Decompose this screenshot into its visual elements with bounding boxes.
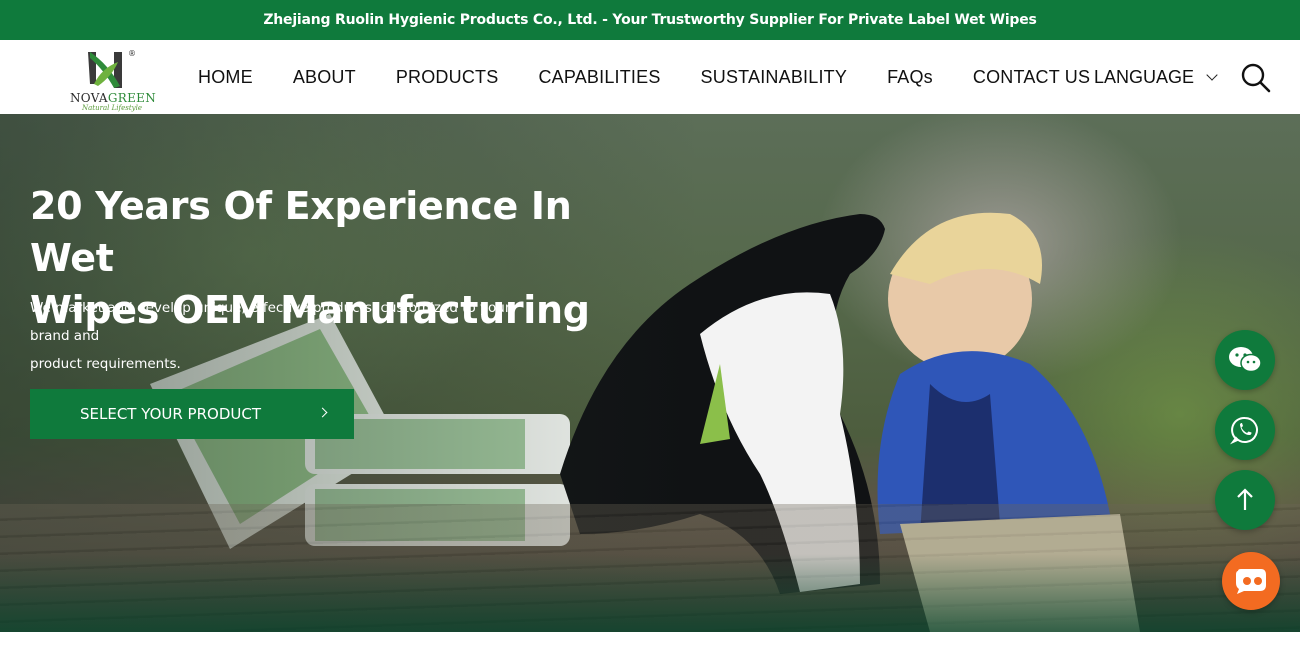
whatsapp-button[interactable] xyxy=(1215,400,1275,460)
live-chat-button[interactable] xyxy=(1222,552,1280,610)
wechat-button[interactable] xyxy=(1215,330,1275,390)
nav-home[interactable]: HOME xyxy=(198,67,253,88)
logo-mark-icon: ® xyxy=(88,49,136,88)
nav-faqs[interactable]: FAQs xyxy=(887,67,933,88)
svg-text:®: ® xyxy=(128,49,136,58)
announcement-bar: Zhejiang Ruolin Hygienic Products Co., L… xyxy=(0,0,1300,40)
back-to-top-button[interactable] xyxy=(1215,470,1275,530)
logo-wordmark: NOVAGREEN xyxy=(70,91,156,105)
chevron-right-icon xyxy=(317,407,328,418)
logo-word-nova: NOVA xyxy=(70,91,108,105)
nav-sustainability[interactable]: SUSTAINABILITY xyxy=(701,67,848,88)
hero-subtitle-line2: product requirements. xyxy=(30,356,181,372)
main-nav: HOME ABOUT PRODUCTS CAPABILITIES SUSTAIN… xyxy=(198,40,1130,114)
chat-bubble-icon xyxy=(1236,569,1266,594)
logo-word-green: GREEN xyxy=(107,91,156,105)
language-selector[interactable]: LANGUAGE xyxy=(1094,40,1218,114)
select-product-label: SELECT YOUR PRODUCT xyxy=(80,405,261,423)
language-label: LANGUAGE xyxy=(1094,66,1195,87)
hero-subtitle: We market and develop unique, effective … xyxy=(30,294,550,378)
logo-tagline: Natural Lifestyle xyxy=(82,104,142,112)
hero-banner: 20 Years Of Experience In Wet Wipes OEM … xyxy=(0,114,1300,632)
whatsapp-icon xyxy=(1230,416,1258,445)
wechat-icon xyxy=(1229,347,1262,373)
hero-bottom-fade xyxy=(0,554,1300,632)
novagreen-logo[interactable]: ® NOVAGREEN Natural Lifestyle xyxy=(68,44,164,112)
arrow-up-icon xyxy=(1237,488,1253,510)
select-product-button[interactable]: SELECT YOUR PRODUCT xyxy=(30,389,354,439)
nav-products[interactable]: PRODUCTS xyxy=(396,67,499,88)
nav-about[interactable]: ABOUT xyxy=(293,67,356,88)
nav-contact-us[interactable]: CONTACT US xyxy=(973,67,1090,88)
hero-title-line1: 20 Years Of Experience In Wet xyxy=(30,184,572,280)
nav-capabilities[interactable]: CAPABILITIES xyxy=(538,67,660,88)
hero-subtitle-line1: We market and develop unique, effective … xyxy=(30,300,511,344)
announcement-text: Zhejiang Ruolin Hygienic Products Co., L… xyxy=(263,12,1037,28)
chevron-down-icon xyxy=(1206,68,1218,81)
search-icon[interactable] xyxy=(1240,62,1272,94)
site-header: ® NOVAGREEN Natural Lifestyle HOME ABOUT… xyxy=(0,40,1300,114)
